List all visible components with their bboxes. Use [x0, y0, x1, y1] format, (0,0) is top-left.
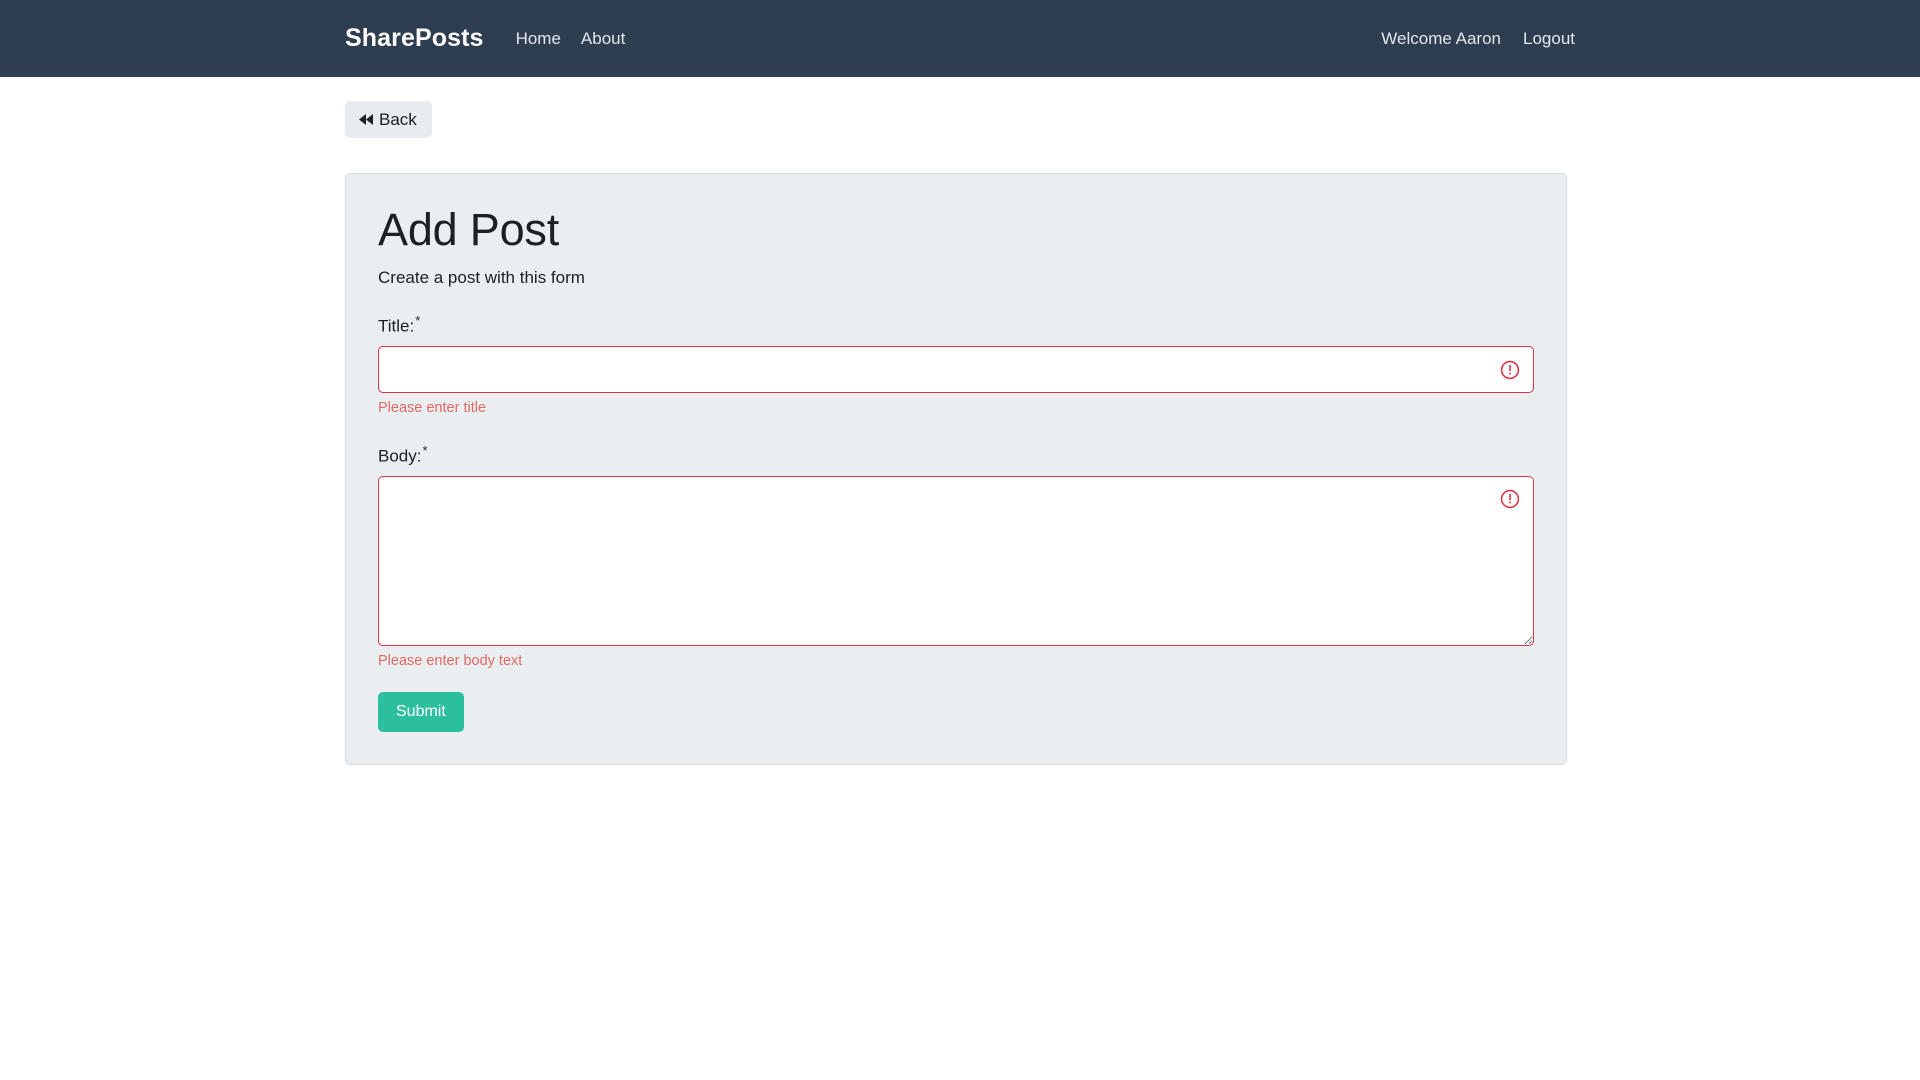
title-label-text: Title: [378, 317, 414, 336]
fast-backward-icon [358, 112, 375, 127]
navbar-user-area: Welcome Aaron Logout [1381, 30, 1575, 47]
page-content: Back Add Post Create a post with this fo… [0, 77, 1920, 765]
add-post-card: Add Post Create a post with this form Ti… [345, 173, 1567, 765]
body-form-group: Body:* Please enter body text [378, 444, 1534, 670]
title-form-group: Title:* Please enter title [378, 314, 1534, 417]
title-error-message: Please enter title [378, 400, 1534, 417]
body-label: Body:* [378, 444, 1534, 467]
page-subtitle: Create a post with this form [378, 268, 1534, 288]
title-required-marker: * [415, 313, 420, 328]
title-field-wrapper [378, 346, 1534, 393]
body-label-text: Body: [378, 446, 421, 465]
page-title: Add Post [378, 204, 1534, 256]
nav-link-home[interactable]: Home [516, 30, 561, 47]
welcome-message: Welcome Aaron [1381, 30, 1501, 47]
nav-link-about[interactable]: About [581, 30, 625, 47]
back-button[interactable]: Back [345, 101, 432, 138]
title-label: Title:* [378, 314, 1534, 337]
body-error-message: Please enter body text [378, 653, 1534, 670]
navbar-inner: SharePosts Home About Welcome Aaron Logo… [0, 26, 1920, 51]
body-field-wrapper [378, 476, 1534, 646]
logout-link[interactable]: Logout [1523, 30, 1575, 47]
back-button-label: Back [379, 111, 417, 128]
title-input[interactable] [378, 346, 1534, 393]
body-textarea[interactable] [378, 476, 1534, 646]
navbar-brand[interactable]: SharePosts [345, 26, 484, 51]
body-required-marker: * [422, 443, 427, 458]
submit-button[interactable]: Submit [378, 692, 464, 732]
navbar-links: Home About [516, 30, 626, 47]
top-navbar: SharePosts Home About Welcome Aaron Logo… [0, 0, 1920, 77]
